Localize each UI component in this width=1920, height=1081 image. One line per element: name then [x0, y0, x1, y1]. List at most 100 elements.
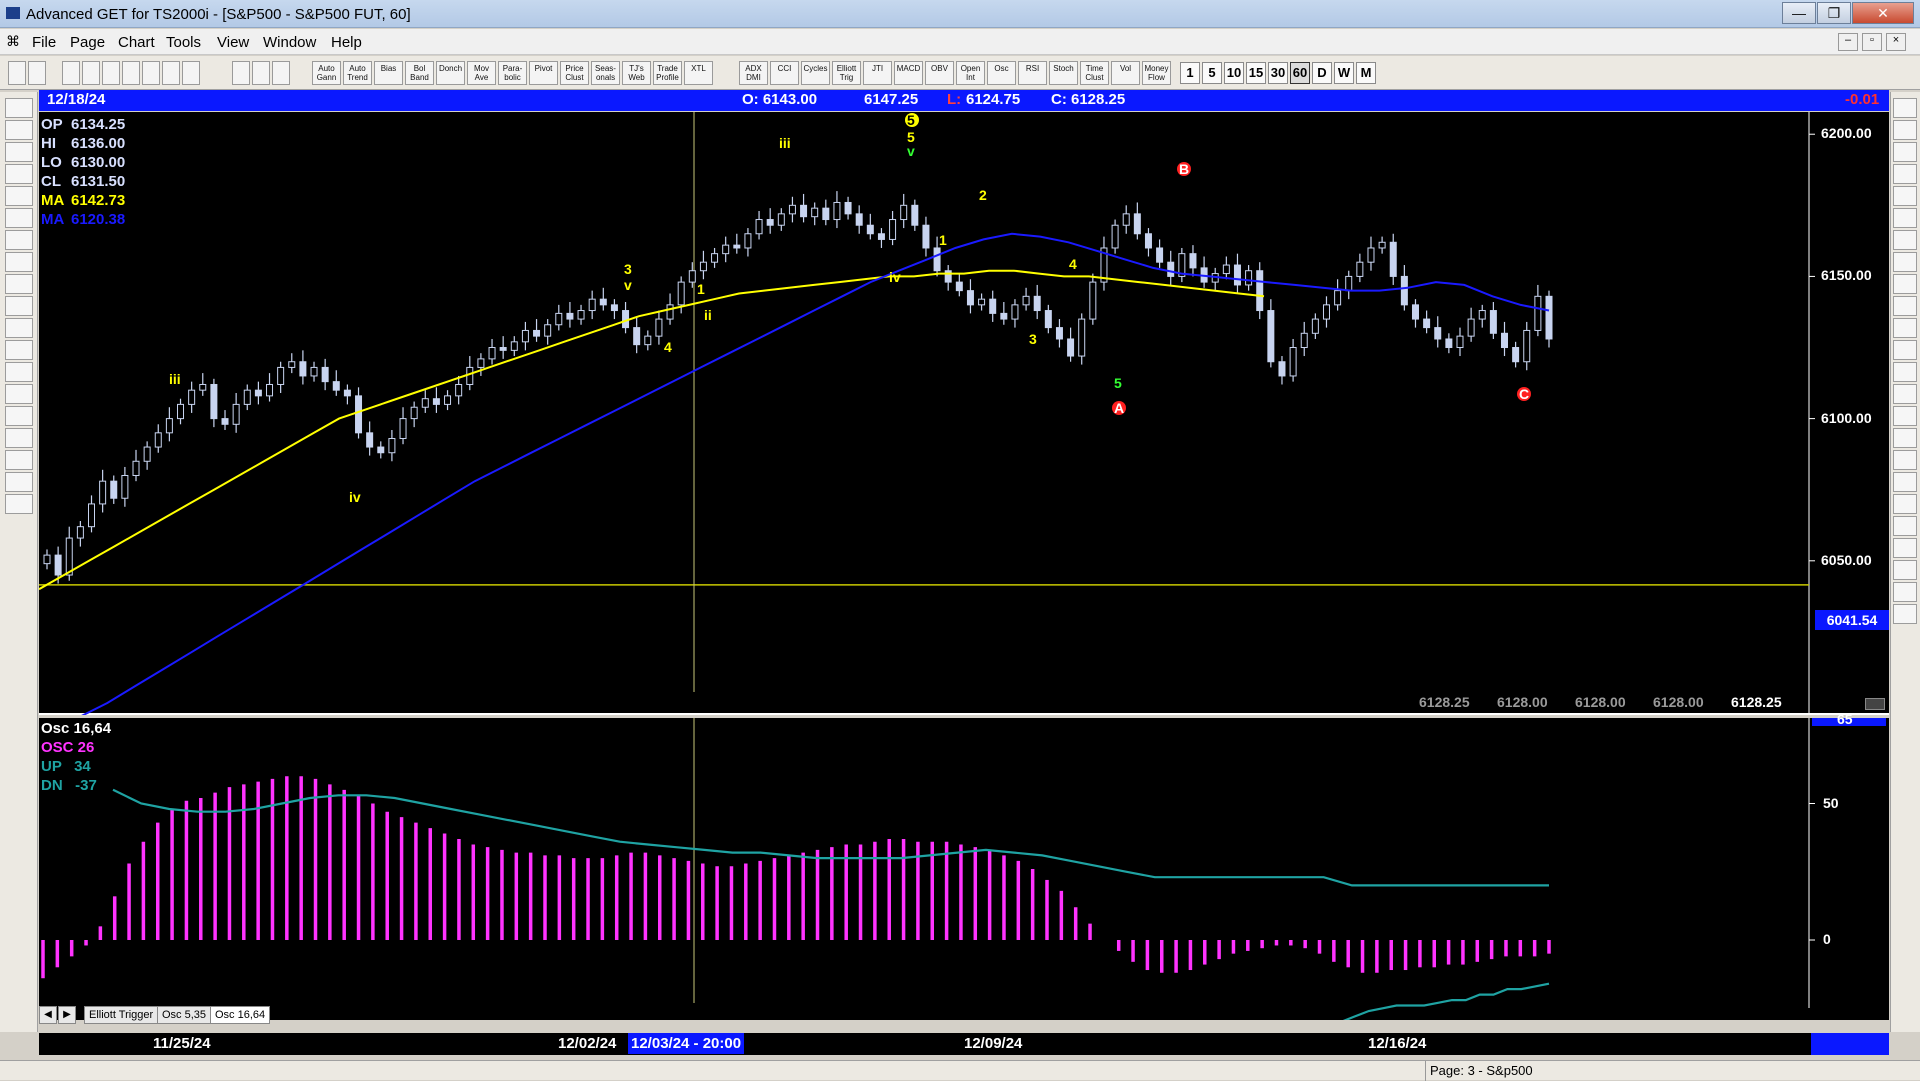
right-tool-icon[interactable]	[1893, 230, 1917, 250]
mdi-minimize-button[interactable]: –	[1838, 33, 1858, 51]
study-button[interactable]: Trade Profile	[653, 61, 682, 85]
drawing-tool-icon[interactable]	[5, 142, 33, 162]
study-button[interactable]: Mov Ave	[467, 61, 496, 85]
study-button[interactable]: Bias	[374, 61, 403, 85]
copy-icon[interactable]	[122, 61, 140, 85]
tab-osc-5-35[interactable]: Osc 5,35	[157, 1006, 212, 1024]
drawing-tool-icon[interactable]	[5, 274, 33, 294]
drawing-tool-icon[interactable]	[5, 252, 33, 272]
oscillator-chart[interactable]	[39, 718, 1889, 1020]
study-button[interactable]: Osc	[987, 61, 1016, 85]
right-tool-icon[interactable]	[1893, 274, 1917, 294]
right-tool-icon[interactable]	[1893, 318, 1917, 338]
right-tool-icon[interactable]	[1893, 296, 1917, 316]
mdi-restore-button[interactable]: ▫	[1862, 33, 1882, 51]
minimize-button[interactable]: —	[1782, 2, 1816, 24]
right-tool-icon[interactable]	[1893, 560, 1917, 580]
new-page-icon[interactable]	[62, 61, 80, 85]
drawing-tool-icon[interactable]	[5, 428, 33, 448]
menu-chart[interactable]: Chart	[118, 34, 155, 51]
delete-icon[interactable]	[162, 61, 180, 85]
right-tool-icon[interactable]	[1893, 340, 1917, 360]
help-icon[interactable]	[252, 61, 270, 85]
interval-button[interactable]: D	[1312, 62, 1332, 84]
drawing-tool-icon[interactable]	[5, 406, 33, 426]
tab-osc-16-64[interactable]: Osc 16,64	[210, 1006, 271, 1024]
drawing-tool-icon[interactable]	[5, 472, 33, 492]
drawing-tool-icon[interactable]	[5, 450, 33, 470]
menu-page[interactable]: Page	[70, 34, 105, 51]
price-chart[interactable]: iiiiv3v 1ii4iii55viv12345ABC	[39, 112, 1889, 715]
study-button[interactable]: MACD	[894, 61, 923, 85]
drawing-tool-icon[interactable]	[5, 164, 33, 184]
tab-elliott-trigger[interactable]: Elliott Trigger	[84, 1006, 159, 1024]
whatis-icon[interactable]	[272, 61, 290, 85]
axis-scroll-block[interactable]	[1811, 1033, 1889, 1055]
menu-view[interactable]: View	[217, 34, 249, 51]
drawing-tool-icon[interactable]	[5, 362, 33, 382]
right-tool-icon[interactable]	[1893, 516, 1917, 536]
study-button[interactable]: Cycles	[801, 61, 830, 85]
study-button[interactable]: Auto Trend	[343, 61, 372, 85]
maximize-button[interactable]: ❐	[1817, 2, 1851, 24]
interval-button[interactable]: W	[1334, 62, 1354, 84]
interval-button[interactable]: M	[1356, 62, 1376, 84]
menu-file[interactable]: File	[32, 34, 56, 51]
right-tool-icon[interactable]	[1893, 120, 1917, 140]
app-menu-icon[interactable]: ⌘	[6, 33, 20, 50]
tab-scroll-left-button[interactable]: ◀	[39, 1006, 57, 1024]
refresh-icon[interactable]	[142, 61, 160, 85]
save-icon[interactable]	[82, 61, 100, 85]
menu-tools[interactable]: Tools	[166, 34, 201, 51]
menu-help[interactable]: Help	[331, 34, 362, 51]
price-chart-panel[interactable]: iii iv 3 v 1 ii 4 iii 5 5 v iv 1 2 3 4 5 A B C OP 6134.25 HI 6…	[39, 112, 1889, 715]
oscillator-panel[interactable]: Osc 16,64 OSC 26 UP 34 DN -37 65 50 0	[39, 711, 1889, 1020]
interval-button[interactable]: 10	[1224, 62, 1244, 84]
study-button[interactable]: TJ's Web	[622, 61, 651, 85]
right-tool-icon[interactable]	[1893, 494, 1917, 514]
study-button[interactable]: Donch	[436, 61, 465, 85]
right-tool-icon[interactable]	[1893, 450, 1917, 470]
drawing-tool-icon[interactable]	[5, 208, 33, 228]
right-tool-icon[interactable]	[1893, 538, 1917, 558]
tab-scroll-right-button[interactable]: ▶	[58, 1006, 76, 1024]
panel-resize-icon[interactable]	[1865, 698, 1885, 710]
print-icon[interactable]	[232, 61, 250, 85]
right-tool-icon[interactable]	[1893, 252, 1917, 272]
drawing-tool-icon[interactable]	[5, 120, 33, 140]
drawing-tool-icon[interactable]	[5, 230, 33, 250]
study-button[interactable]: Elliott Trig	[832, 61, 861, 85]
study-button[interactable]: Bol Band	[405, 61, 434, 85]
right-tool-icon[interactable]	[1893, 428, 1917, 448]
drawing-tool-icon[interactable]	[5, 494, 33, 514]
drawing-tool-icon[interactable]	[5, 340, 33, 360]
study-button[interactable]: Time Clust	[1080, 61, 1109, 85]
study-button[interactable]: Money Flow	[1142, 61, 1171, 85]
study-button[interactable]: Seas-onals	[591, 61, 620, 85]
right-tool-icon[interactable]	[1893, 604, 1917, 624]
quote-icon[interactable]	[28, 61, 46, 85]
right-tool-icon[interactable]	[1893, 362, 1917, 382]
right-tool-icon[interactable]	[1893, 142, 1917, 162]
right-tool-icon[interactable]	[1893, 98, 1917, 118]
study-button[interactable]: Open Int	[956, 61, 985, 85]
right-tool-icon[interactable]	[1893, 406, 1917, 426]
study-button[interactable]: OBV	[925, 61, 954, 85]
close-button[interactable]: ✕	[1852, 2, 1914, 24]
study-button[interactable]: Stoch	[1049, 61, 1078, 85]
study-button[interactable]: JTI	[863, 61, 892, 85]
drawing-tool-icon[interactable]	[5, 98, 33, 118]
study-button[interactable]: XTL	[684, 61, 713, 85]
drawing-tool-icon[interactable]	[5, 296, 33, 316]
interval-button[interactable]: 60	[1290, 62, 1310, 84]
interval-button[interactable]: 1	[1180, 62, 1200, 84]
right-tool-icon[interactable]	[1893, 384, 1917, 404]
study-button[interactable]: Vol	[1111, 61, 1140, 85]
pointer-icon[interactable]	[8, 61, 26, 85]
right-tool-icon[interactable]	[1893, 472, 1917, 492]
study-button[interactable]: RSI	[1018, 61, 1047, 85]
interval-button[interactable]: 5	[1202, 62, 1222, 84]
open-icon[interactable]	[102, 61, 120, 85]
study-button[interactable]: Para-bolic	[498, 61, 527, 85]
study-button[interactable]: Pivot	[529, 61, 558, 85]
